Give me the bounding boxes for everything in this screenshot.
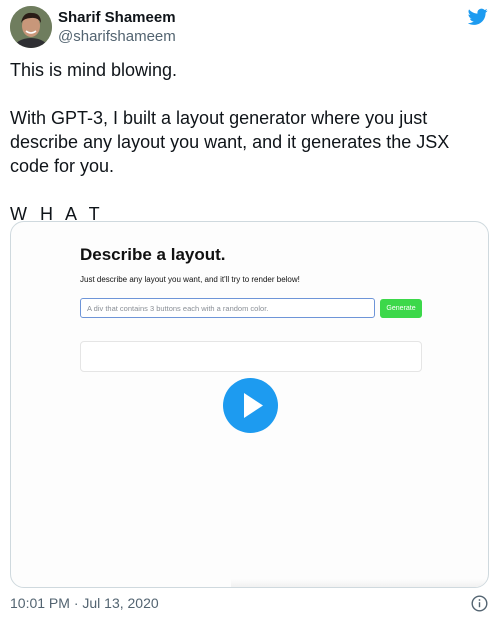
demo-layout-input: A div that contains 3 buttons each with … [80, 298, 375, 318]
avatar[interactable] [10, 6, 52, 48]
tweet-timestamp[interactable]: 10:01 PM · Jul 13, 2020 [10, 595, 159, 611]
author-handle[interactable]: @sharifshameem [58, 28, 176, 45]
demo-output-box [80, 341, 422, 372]
tweet-line-2: With GPT-3, I built a layout generator w… [10, 108, 450, 176]
tweet-line-1: This is mind blowing. [10, 60, 178, 80]
author-name[interactable]: Sharif Shameem [58, 9, 176, 26]
tweet-text: This is mind blowing. With GPT-3, I buil… [10, 58, 490, 226]
video-player[interactable]: Describe a layout. Just describe any lay… [10, 221, 489, 588]
demo-subtitle: Just describe any layout you want, and i… [80, 275, 300, 284]
video-bottom-shade [231, 579, 488, 587]
demo-title: Describe a layout. [80, 245, 226, 264]
twitter-bird-icon[interactable] [467, 8, 488, 26]
info-icon[interactable] [471, 595, 488, 612]
play-icon [244, 393, 263, 418]
play-button[interactable] [223, 378, 278, 433]
demo-generate-button: Generate [380, 299, 422, 318]
